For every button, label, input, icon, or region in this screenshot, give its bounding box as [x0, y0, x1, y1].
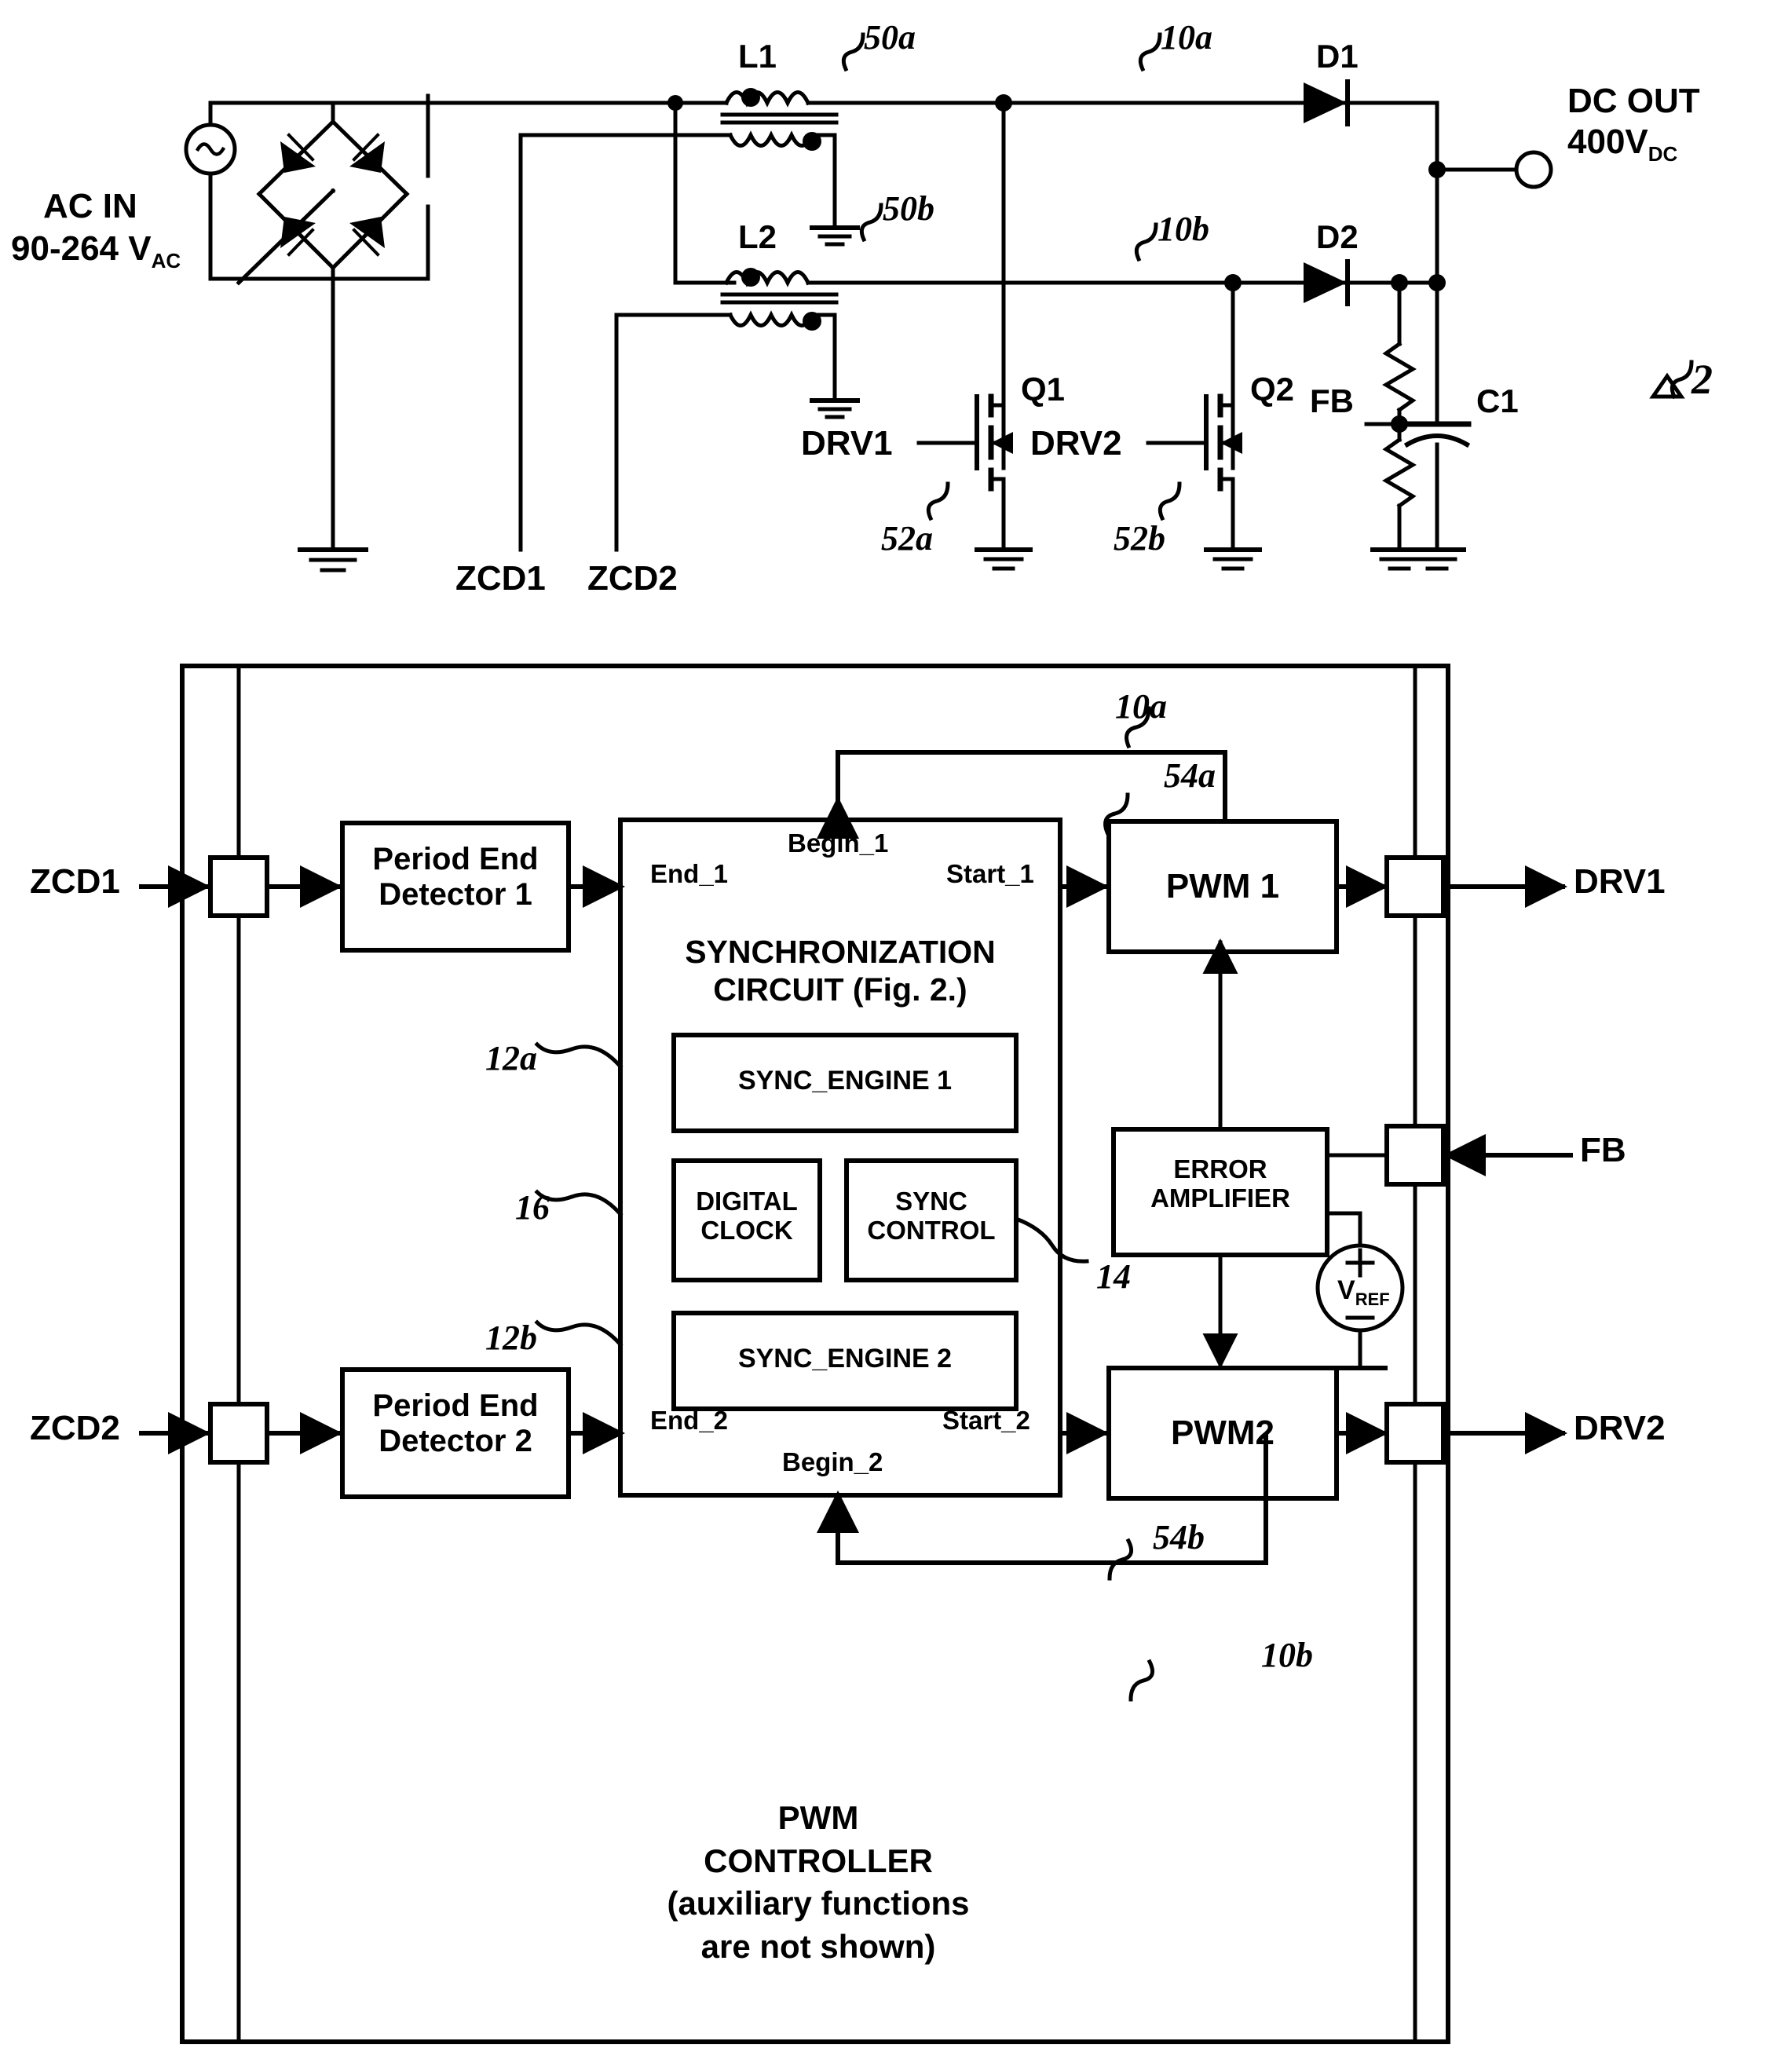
port-begin-2: Begin_2	[782, 1447, 883, 1476]
digital-clock-line1: DIGITAL	[696, 1187, 798, 1216]
ref-50a: 50a	[864, 18, 916, 57]
error-amp-line1: ERROR	[1173, 1154, 1267, 1183]
schematic-vector-layer	[139, 32, 1694, 2044]
ref-12b: 12b	[485, 1319, 537, 1357]
ground-symbol-l2	[810, 398, 860, 419]
caption-line2: CONTROLLER	[704, 1842, 933, 1879]
pin-label-drv1: DRV1	[1574, 862, 1666, 901]
c1-label: C1	[1476, 382, 1519, 419]
pin-zcd2	[208, 1402, 269, 1465]
polarity-dot	[741, 88, 760, 107]
port-start-1: Start_1	[946, 859, 1034, 888]
pwm-controller-caption: PWM CONTROLLER (auxiliary functions are …	[653, 1797, 983, 1968]
diode-d1	[1304, 79, 1350, 126]
sync-engine-2-label: SYNC_ENGINE 2	[737, 1344, 953, 1374]
ground-symbol-bridge	[298, 547, 368, 572]
pin-label-zcd1: ZCD1	[30, 862, 120, 901]
output-terminal-icon	[1514, 150, 1553, 189]
vref-label: VREF	[1337, 1275, 1390, 1309]
handwritten-leader-lines	[841, 32, 1694, 521]
port-end-2: End_2	[650, 1406, 729, 1435]
l1-label: L1	[738, 38, 777, 75]
period-end-detector-2-label: Period End Detector 2	[342, 1388, 569, 1459]
port-start-2: Start_2	[942, 1406, 1030, 1435]
patent-figure-canvas: AC IN 90-264 VAC L1 L2 50a 50b 10a 10b D…	[0, 0, 1792, 2063]
period-end-detector-1-label: Period End Detector 1	[342, 842, 569, 913]
d2-label: D2	[1316, 218, 1359, 255]
ref-10a-block: 10a	[1115, 687, 1167, 726]
figure-reference-marker: 2	[1691, 356, 1713, 403]
sync-title-line2: CIRCUIT (Fig. 2.)	[713, 971, 967, 1008]
ref-10a-top: 10a	[1161, 18, 1212, 57]
synchronization-circuit-box	[618, 818, 1062, 1498]
pwm1-label: PWM 1	[1165, 867, 1280, 905]
digital-clock-label: DIGITAL CLOCK	[674, 1187, 820, 1245]
pin-zcd1	[208, 855, 269, 918]
pin-drv2	[1384, 1402, 1446, 1465]
q2-label: Q2	[1250, 371, 1295, 408]
error-amplifier-label: ERROR AMPLIFIER	[1114, 1154, 1327, 1213]
ref-50b: 50b	[883, 189, 934, 228]
mosfet-q2	[1146, 280, 1242, 552]
polarity-dot	[803, 132, 821, 151]
ac-in-label: AC IN	[43, 187, 137, 225]
ped2-line2: Detector 2	[379, 1423, 532, 1458]
dc-out-label: DC OUT	[1567, 82, 1700, 120]
pwm2-label: PWM2	[1171, 1414, 1275, 1452]
port-end-1: End_1	[650, 859, 729, 888]
pin-fb	[1384, 1124, 1446, 1187]
inductor-l1	[518, 88, 862, 230]
drv1-drive-label: DRV1	[801, 424, 893, 463]
port-begin-1: Begin_1	[788, 828, 889, 858]
drv2-drive-label: DRV2	[1030, 424, 1122, 463]
caption-line3: (auxiliary functions	[667, 1885, 970, 1922]
ped2-line1: Period End	[372, 1388, 539, 1423]
pin-label-fb: FB	[1580, 1131, 1626, 1169]
fb-tap-label: FB	[1310, 382, 1354, 419]
mosfet-q1	[916, 367, 1013, 552]
ref-54a: 54a	[1164, 756, 1216, 795]
polarity-dot	[803, 312, 821, 331]
bridge-diode-symbols	[280, 141, 385, 248]
zcd1-tap-label: ZCD1	[455, 559, 546, 598]
ac-in-voltage-label: 90-264 VAC	[11, 229, 181, 273]
ref-14: 14	[1096, 1257, 1131, 1296]
ref-52b: 52b	[1114, 519, 1165, 558]
caption-line1: PWM	[777, 1799, 859, 1836]
d1-label: D1	[1316, 38, 1359, 75]
sync-control-line2: CONTROL	[867, 1215, 996, 1245]
digital-clock-line2: CLOCK	[700, 1215, 793, 1245]
l2-label: L2	[738, 218, 777, 255]
ref-12a: 12a	[485, 1039, 537, 1077]
q1-label: Q1	[1021, 371, 1066, 408]
sync-control-label: SYNC CONTROL	[847, 1187, 1016, 1245]
diode-d2	[1304, 259, 1350, 306]
ground-symbol-l1	[810, 225, 860, 247]
ref-54b: 54b	[1153, 1518, 1205, 1556]
ped1-line2: Detector 1	[379, 876, 532, 912]
feedback-resistor-divider	[1364, 280, 1417, 552]
caption-line4: are not shown)	[700, 1927, 936, 1965]
zcd2-tap-label: ZCD2	[587, 559, 678, 598]
ref-16: 16	[515, 1188, 550, 1227]
ref-52a: 52a	[881, 519, 933, 558]
polarity-dot	[741, 268, 760, 287]
dc-out-voltage-label: 400VDC	[1567, 123, 1678, 166]
error-amp-line2: AMPLIFIER	[1150, 1183, 1290, 1213]
ref-10b-top: 10b	[1157, 210, 1209, 248]
sync-control-line1: SYNC	[895, 1187, 967, 1216]
inductor-l2	[614, 268, 862, 403]
ground-symbol-q1	[975, 547, 1033, 571]
ground-symbol-q2	[1204, 547, 1262, 571]
sync-engine-1-label: SYNC_ENGINE 1	[737, 1066, 953, 1096]
ped1-line1: Period End	[372, 842, 539, 876]
pin-label-drv2: DRV2	[1574, 1409, 1666, 1447]
sync-title-line1: SYNCHRONIZATION	[685, 934, 996, 970]
pin-label-zcd2: ZCD2	[30, 1409, 120, 1447]
ground-symbol-c1	[1408, 547, 1466, 571]
sync-circuit-title: SYNCHRONIZATION CIRCUIT (Fig. 2.)	[620, 933, 1060, 1009]
ref-10b-block: 10b	[1261, 1636, 1313, 1674]
capacitor-c1	[1403, 280, 1472, 552]
pin-drv1	[1384, 855, 1446, 918]
